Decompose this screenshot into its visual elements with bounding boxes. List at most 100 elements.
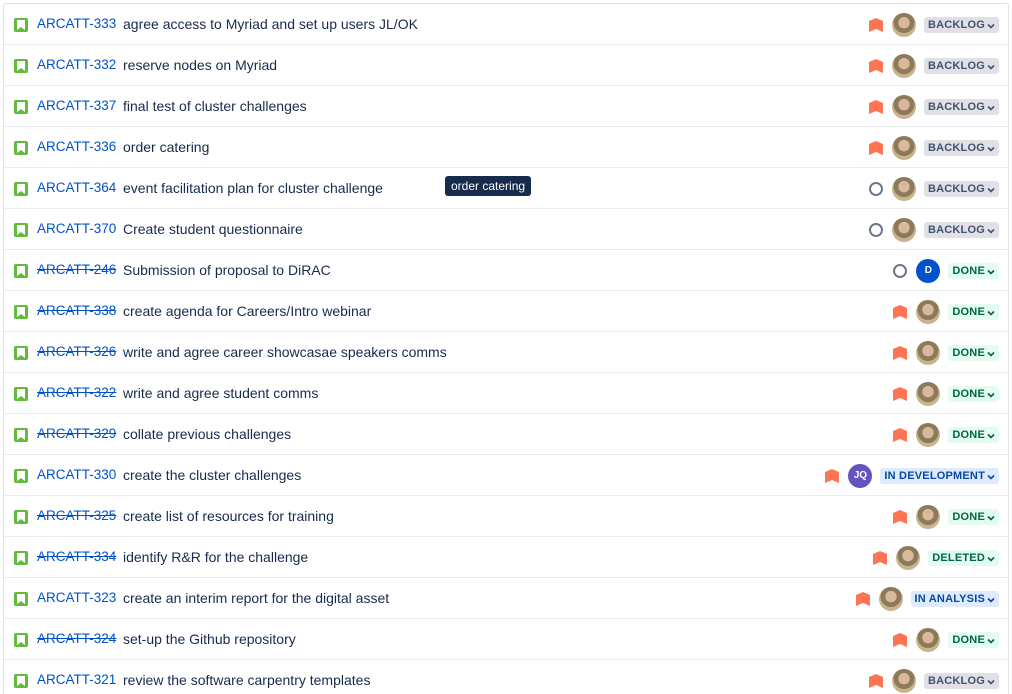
issue-key-link[interactable]: ARCATT-370 — [37, 221, 116, 236]
issue-summary[interactable]: create agenda for Careers/Intro webinar — [123, 303, 371, 319]
status-dropdown[interactable]: IN ANALYSIS — [910, 590, 999, 607]
status-dropdown[interactable]: DONE — [948, 262, 999, 279]
status-label: DONE — [952, 428, 985, 441]
issue-summary[interactable]: write and agree student comms — [123, 385, 318, 401]
chevron-down-icon — [987, 21, 995, 29]
assignee-avatar[interactable] — [878, 586, 903, 611]
issue-row[interactable]: ARCATT-337 final test of cluster challeng… — [4, 86, 1008, 127]
issue-summary[interactable]: agree access to Myriad and set up users … — [123, 16, 418, 32]
status-label: BACKLOG — [927, 59, 985, 72]
status-dropdown[interactable]: DONE — [948, 344, 999, 361]
issue-row[interactable]: ARCATT-326 write and agree career showcas… — [4, 332, 1008, 373]
priority-high-icon — [824, 468, 840, 484]
issue-key-link[interactable]: ARCATT-336 — [37, 139, 116, 154]
issue-key-link[interactable]: ARCATT-338 — [37, 303, 116, 318]
priority-high-icon — [868, 673, 884, 689]
status-dropdown[interactable]: BACKLOG — [923, 16, 999, 33]
assignee-avatar[interactable]: D — [916, 258, 941, 283]
status-dropdown[interactable]: DONE — [948, 508, 999, 525]
status-dropdown[interactable]: BACKLOG — [923, 139, 999, 156]
issue-row[interactable]: ARCATT-246 Submission of proposal to DiRA… — [4, 250, 1008, 291]
issue-row[interactable]: ARCATT-336 order catering BACKLOG — [4, 127, 1008, 168]
issue-key-link[interactable]: ARCATT-333 — [37, 16, 116, 31]
issue-row[interactable]: ARCATT-330 create the cluster challenges J… — [4, 455, 1008, 496]
issue-key-link[interactable]: ARCATT-326 — [37, 344, 116, 359]
issue-summary[interactable]: final test of cluster challenges — [123, 98, 307, 114]
status-dropdown[interactable]: BACKLOG — [923, 180, 999, 197]
assignee-avatar[interactable] — [896, 545, 921, 570]
issue-row[interactable]: ARCATT-370 Create student questionnaire BA… — [4, 209, 1008, 250]
assignee-avatar[interactable] — [891, 94, 916, 119]
assignee-avatar[interactable] — [891, 53, 916, 78]
assignee-avatar[interactable] — [891, 668, 916, 693]
issue-row[interactable]: ARCATT-332 reserve nodes on Myriad BACKLOG — [4, 45, 1008, 86]
status-label: BACKLOG — [927, 223, 985, 236]
issue-row[interactable]: ARCATT-338 create agenda for Careers/Intr… — [4, 291, 1008, 332]
issue-row[interactable]: ARCATT-333 agree access to Myriad and set… — [4, 4, 1008, 45]
assignee-avatar[interactable] — [891, 176, 916, 201]
issue-key-link[interactable]: ARCATT-322 — [37, 385, 116, 400]
status-dropdown[interactable]: IN DEVELOPMENT — [880, 467, 999, 484]
issue-key-link[interactable]: ARCATT-334 — [37, 549, 116, 564]
issue-key-link[interactable]: ARCATT-246 — [37, 262, 116, 277]
issue-summary[interactable]: Create student questionnaire — [123, 221, 303, 237]
issue-key-link[interactable]: ARCATT-323 — [37, 590, 116, 605]
status-dropdown[interactable]: BACKLOG — [923, 98, 999, 115]
issue-row[interactable]: ARCATT-329 collate previous challenges DON… — [4, 414, 1008, 455]
issue-key-link[interactable]: ARCATT-364 — [37, 180, 116, 195]
assignee-avatar[interactable] — [916, 299, 941, 324]
issue-key-link[interactable]: ARCATT-337 — [37, 98, 116, 113]
assignee-avatar[interactable]: JQ — [848, 463, 873, 488]
assignee-avatar[interactable] — [916, 627, 941, 652]
issue-summary[interactable]: Submission of proposal to DiRAC — [123, 262, 331, 278]
issue-summary[interactable]: collate previous challenges — [123, 426, 291, 442]
assignee-avatar[interactable] — [916, 504, 941, 529]
issue-summary[interactable]: order catering — [123, 139, 209, 155]
status-dropdown[interactable]: DELETED — [928, 549, 999, 566]
priority-medium-icon — [893, 263, 908, 278]
issue-key-link[interactable]: ARCATT-329 — [37, 426, 116, 441]
status-dropdown[interactable]: DONE — [948, 426, 999, 443]
issue-meta: DONE — [892, 373, 999, 414]
status-dropdown[interactable]: DONE — [948, 385, 999, 402]
issue-row[interactable]: ARCATT-324 set-up the Github repository DO… — [4, 619, 1008, 660]
issue-key-link[interactable]: ARCATT-332 — [37, 57, 116, 72]
issue-summary[interactable]: create list of resources for training — [123, 508, 334, 524]
issue-row[interactable]: ARCATT-321 review the software carpentry … — [4, 660, 1008, 694]
assignee-avatar[interactable] — [916, 422, 941, 447]
issue-row[interactable]: ARCATT-334 identify R&R for the challenge… — [4, 537, 1008, 578]
issue-summary[interactable]: write and agree career showcasae speaker… — [123, 344, 447, 360]
issue-summary[interactable]: set-up the Github repository — [123, 631, 296, 647]
chevron-down-icon — [987, 103, 995, 111]
assignee-avatar[interactable] — [916, 381, 941, 406]
issue-key-link[interactable]: ARCATT-324 — [37, 631, 116, 646]
issue-meta: DONE — [892, 332, 999, 373]
assignee-avatar[interactable] — [891, 217, 916, 242]
issue-meta: BACKLOG — [868, 45, 999, 86]
status-dropdown[interactable]: BACKLOG — [923, 672, 999, 689]
status-label: BACKLOG — [927, 141, 985, 154]
issue-key-link[interactable]: ARCATT-325 — [37, 508, 116, 523]
issue-row[interactable]: ARCATT-325 create list of resources for t… — [4, 496, 1008, 537]
issue-summary[interactable]: create the cluster challenges — [123, 467, 301, 483]
story-icon — [14, 305, 28, 319]
status-dropdown[interactable]: DONE — [948, 631, 999, 648]
priority-high-icon — [892, 427, 908, 443]
assignee-avatar[interactable] — [891, 12, 916, 37]
issue-row[interactable]: ARCATT-323 create an interim report for t… — [4, 578, 1008, 619]
status-dropdown[interactable]: BACKLOG — [923, 57, 999, 74]
issue-summary[interactable]: create an interim report for the digital… — [123, 590, 389, 606]
assignee-avatar[interactable] — [891, 135, 916, 160]
assignee-avatar[interactable] — [916, 340, 941, 365]
status-dropdown[interactable]: BACKLOG — [923, 221, 999, 238]
issue-row[interactable]: ARCATT-322 write and agree student comms D… — [4, 373, 1008, 414]
issue-summary[interactable]: event facilitation plan for cluster chal… — [123, 180, 383, 196]
issue-key-link[interactable]: ARCATT-330 — [37, 467, 116, 482]
issue-key-link[interactable]: ARCATT-321 — [37, 672, 116, 687]
priority-medium-icon — [868, 222, 883, 237]
status-label: DONE — [952, 346, 985, 359]
issue-summary[interactable]: identify R&R for the challenge — [123, 549, 308, 565]
issue-summary[interactable]: reserve nodes on Myriad — [123, 57, 277, 73]
issue-summary[interactable]: review the software carpentry templates — [123, 672, 370, 688]
status-dropdown[interactable]: DONE — [948, 303, 999, 320]
